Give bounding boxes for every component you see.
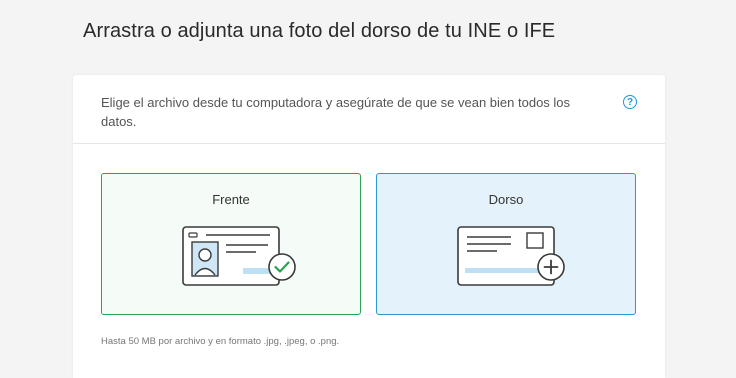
question-circle-icon[interactable]: ? <box>623 95 637 109</box>
upload-card: Elige el archivo desde tu computadora y … <box>73 75 665 378</box>
back-upload-option[interactable]: Dorso <box>376 173 636 315</box>
front-upload-option[interactable]: Frente <box>101 173 361 315</box>
front-option-label: Frente <box>212 192 250 207</box>
id-card-back-add-icon <box>457 226 565 286</box>
instructions-text: Elige el archivo desde tu computadora y … <box>101 95 571 129</box>
page-title: Arrastra o adjunta una foto del dorso de… <box>83 20 556 42</box>
back-option-label: Dorso <box>488 192 524 207</box>
card-header: Elige el archivo desde tu computadora y … <box>73 75 665 144</box>
id-card-front-check-icon <box>182 226 296 286</box>
file-format-note: Hasta 50 MB por archivo y en formato .jp… <box>101 336 340 347</box>
